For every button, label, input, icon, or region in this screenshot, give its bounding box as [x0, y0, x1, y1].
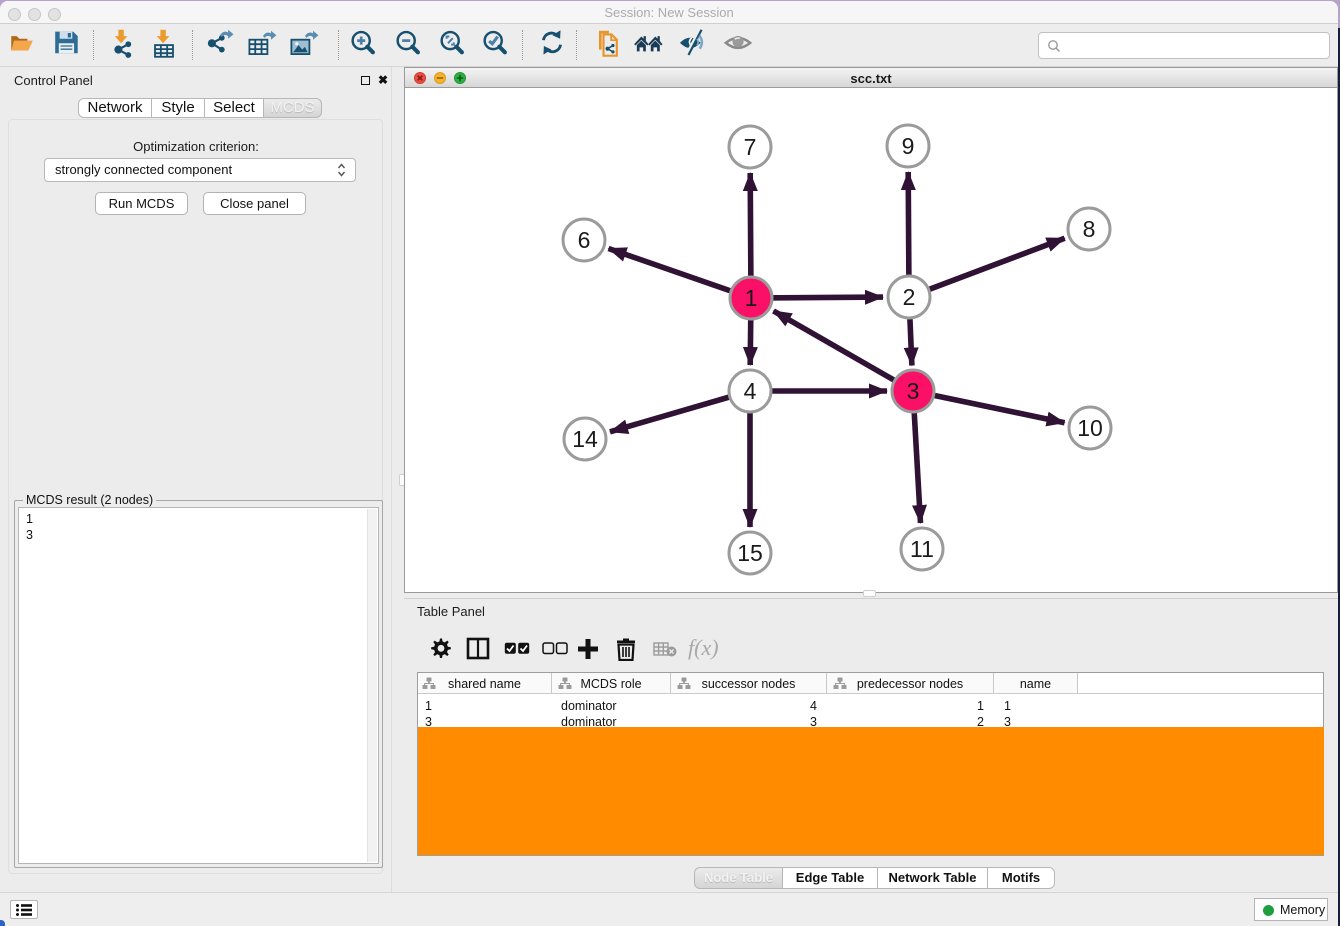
svg-text:6: 6 — [578, 227, 591, 253]
svg-text:1: 1 — [745, 285, 758, 311]
svg-text:7: 7 — [744, 134, 757, 160]
svg-text:4: 4 — [744, 378, 757, 404]
svg-text:2: 2 — [903, 284, 916, 310]
svg-text:3: 3 — [907, 378, 920, 404]
svg-text:14: 14 — [572, 426, 598, 452]
svg-text:11: 11 — [910, 536, 934, 562]
svg-text:10: 10 — [1077, 415, 1103, 441]
svg-text:9: 9 — [902, 133, 915, 159]
svg-text:15: 15 — [737, 540, 763, 566]
svg-text:8: 8 — [1083, 216, 1096, 242]
